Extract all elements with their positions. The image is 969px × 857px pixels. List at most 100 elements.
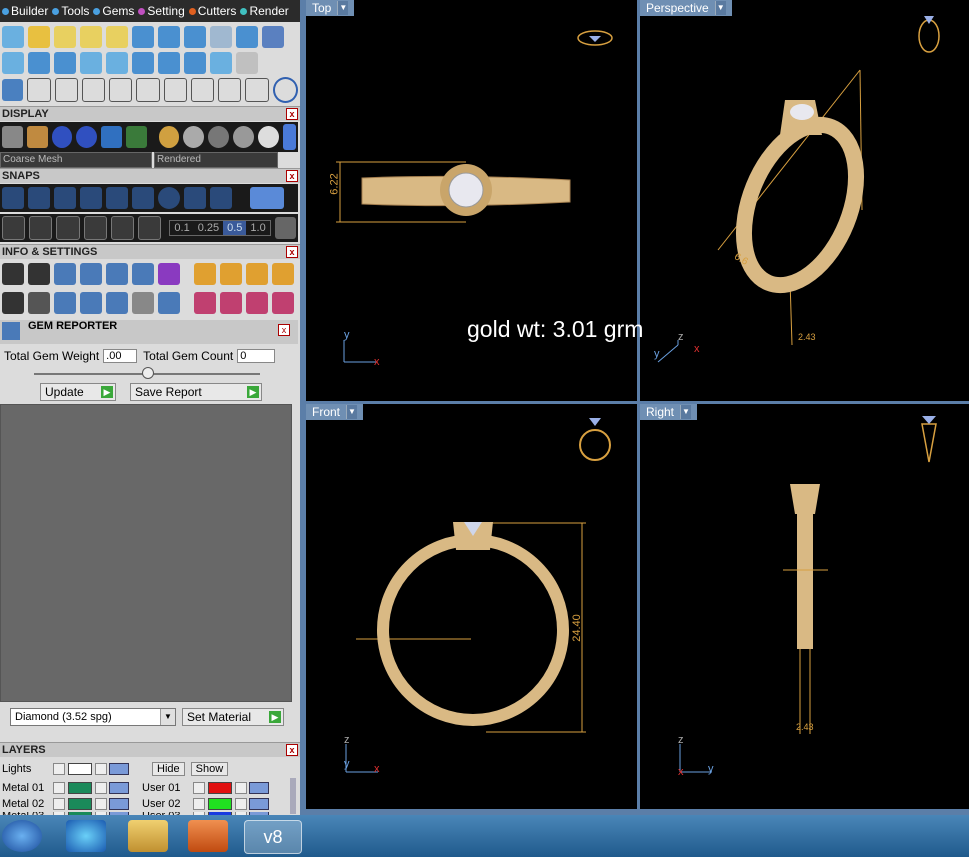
- material-cube-icon[interactable]: [158, 263, 180, 285]
- menu-setting[interactable]: Setting: [136, 4, 186, 18]
- scale-gumball-icon[interactable]: [246, 292, 268, 314]
- search-icon[interactable]: [28, 263, 50, 285]
- surface-tool-icon[interactable]: [2, 52, 24, 74]
- expand-icon[interactable]: [53, 782, 65, 794]
- scale-tool-icon[interactable]: [136, 78, 160, 102]
- texture-tool-icon[interactable]: [210, 52, 232, 74]
- link-tool-icon[interactable]: [190, 78, 215, 102]
- save-report-button[interactable]: Save Report ▶: [130, 383, 262, 401]
- gem-tool-icon[interactable]: [158, 26, 180, 48]
- cube-info-icon[interactable]: [80, 263, 102, 285]
- pipe-tool-icon[interactable]: [80, 26, 102, 48]
- mesh-mode-select[interactable]: Coarse Mesh: [0, 152, 152, 168]
- lock-icon[interactable]: [95, 763, 107, 775]
- ring-tool-icon[interactable]: [272, 77, 298, 103]
- pencil-icon[interactable]: [132, 263, 154, 285]
- pave-tool-icon[interactable]: [132, 26, 154, 48]
- visibility-icon[interactable]: [249, 782, 269, 794]
- rendered-sphere-icon[interactable]: [76, 126, 98, 148]
- report-icon[interactable]: [106, 263, 128, 285]
- settings-gear-icon[interactable]: [2, 263, 24, 285]
- visibility-icon[interactable]: [249, 798, 269, 810]
- lock-icon[interactable]: [95, 782, 107, 794]
- boolean-tool-icon[interactable]: [2, 79, 24, 101]
- expand-icon[interactable]: [193, 782, 205, 794]
- list-icon[interactable]: [158, 292, 180, 314]
- media-player-icon[interactable]: [188, 820, 228, 852]
- page-tool-icon[interactable]: [106, 52, 128, 74]
- snap-pen-icon[interactable]: [56, 216, 80, 240]
- printer-icon[interactable]: [54, 263, 76, 285]
- snap-tool-icon[interactable]: [138, 216, 162, 240]
- taskbar-app-active[interactable]: v8: [244, 820, 302, 854]
- snap-increment-option-selected[interactable]: 0.5: [223, 221, 247, 235]
- move-tool-icon[interactable]: [109, 78, 133, 102]
- move-gumball-icon[interactable]: [272, 292, 294, 314]
- file-explorer-icon[interactable]: [128, 820, 168, 852]
- menu-gems[interactable]: Gems: [91, 4, 136, 18]
- layer-row[interactable]: Metal 01 User 01: [2, 780, 298, 796]
- tweak-icon[interactable]: [194, 263, 216, 285]
- layout-grid-icon[interactable]: [2, 292, 24, 314]
- snap-center-icon[interactable]: [132, 187, 154, 209]
- front-viewport[interactable]: Front ▼ 24.40 z y x: [306, 404, 637, 809]
- menu-tools[interactable]: Tools: [50, 4, 91, 18]
- snap-increment-option[interactable]: 0.1: [170, 221, 193, 235]
- grid-icon[interactable]: [2, 126, 23, 148]
- layout-tool-icon[interactable]: [262, 26, 284, 48]
- gold-material-icon[interactable]: [158, 126, 180, 148]
- perspective-viewport[interactable]: Perspective ▼ 6.6 2.43 z x y: [640, 0, 969, 401]
- frame-arrow-icon[interactable]: [272, 263, 294, 285]
- start-button-icon[interactable]: [2, 820, 42, 852]
- frame-icon[interactable]: [220, 263, 242, 285]
- snap-increment-option[interactable]: 0.25: [194, 221, 223, 235]
- snap-diag-icon[interactable]: [83, 216, 107, 240]
- rotate-icon[interactable]: [220, 292, 242, 314]
- snap-curve-icon[interactable]: [28, 187, 50, 209]
- internet-explorer-icon[interactable]: [66, 820, 106, 852]
- snap-mid-icon[interactable]: [184, 187, 206, 209]
- snap-circle-icon[interactable]: [158, 187, 180, 209]
- visibility-icon[interactable]: [109, 763, 129, 775]
- layer-color-swatch[interactable]: [208, 782, 232, 794]
- halo-tool-icon[interactable]: [236, 26, 258, 48]
- snap-box-icon[interactable]: [29, 216, 53, 240]
- monitor-icon[interactable]: [28, 292, 50, 314]
- snap-point-icon[interactable]: [80, 187, 102, 209]
- fillet-tool-icon[interactable]: [54, 78, 78, 102]
- profile-tool-icon[interactable]: [54, 26, 76, 48]
- visibility-icon[interactable]: [109, 798, 129, 810]
- light-icon[interactable]: [26, 126, 48, 148]
- close-icon[interactable]: x: [286, 108, 298, 120]
- measure-icon[interactable]: [132, 292, 154, 314]
- right-viewport[interactable]: Right ▼ 2.43 z x y: [640, 404, 969, 809]
- lights-color-swatch[interactable]: [68, 763, 92, 775]
- expand-icon[interactable]: [193, 798, 205, 810]
- expand-icon[interactable]: [53, 763, 65, 775]
- mirror-tool-icon[interactable]: [81, 78, 106, 102]
- gumball-icon[interactable]: [194, 292, 216, 314]
- lock-icon[interactable]: [235, 798, 247, 810]
- visibility-icon[interactable]: [109, 782, 129, 794]
- cut-tool-icon[interactable]: [245, 78, 269, 102]
- lock-icon[interactable]: [95, 798, 107, 810]
- menu-cutters[interactable]: Cutters: [187, 4, 239, 18]
- update-button[interactable]: Update ▶: [40, 383, 116, 401]
- loft-tool-icon[interactable]: [106, 26, 128, 48]
- wire-cube-icon[interactable]: [54, 292, 76, 314]
- render-mode-select[interactable]: Rendered: [154, 152, 278, 168]
- projection-tool-icon[interactable]: [210, 26, 232, 48]
- background-icon[interactable]: [126, 126, 147, 148]
- expand-icon[interactable]: [53, 798, 65, 810]
- frame-move-icon[interactable]: [246, 263, 268, 285]
- layer-color-swatch[interactable]: [68, 782, 92, 794]
- gem-report-list[interactable]: [0, 404, 292, 702]
- display-toggle-icon[interactable]: [282, 124, 296, 150]
- split-tool-icon[interactable]: [163, 78, 187, 102]
- snap-eye-icon[interactable]: [110, 216, 135, 240]
- curve-tool-icon[interactable]: [2, 26, 24, 48]
- close-icon[interactable]: x: [278, 324, 290, 336]
- close-icon[interactable]: x: [286, 744, 298, 756]
- arc-tool-icon[interactable]: [27, 78, 51, 102]
- cog-tool-icon[interactable]: [184, 52, 206, 74]
